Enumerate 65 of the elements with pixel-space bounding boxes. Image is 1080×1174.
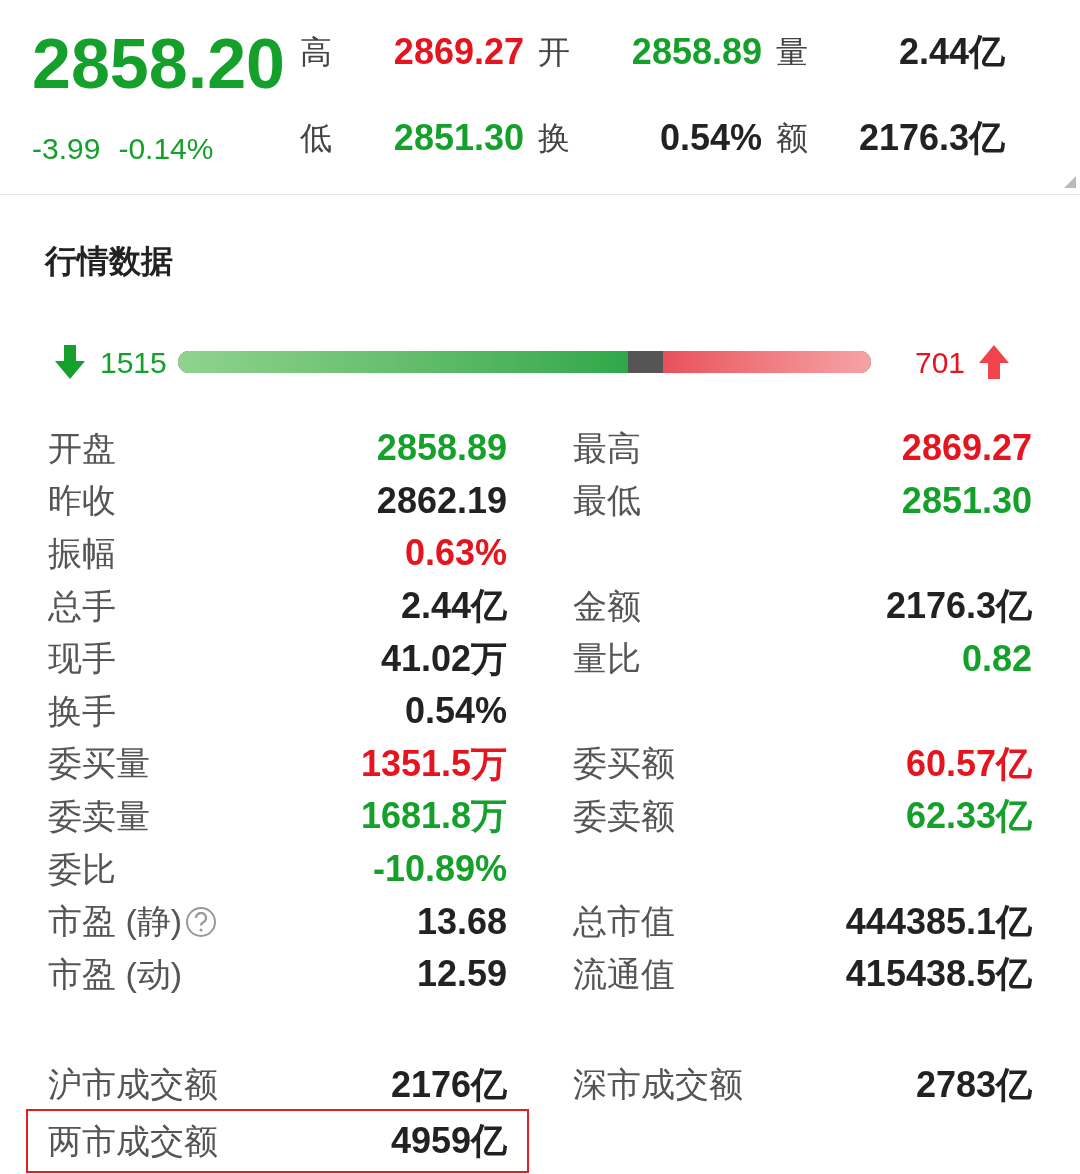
data-value: 2176亿 [390, 1062, 507, 1107]
data-label: 总市值 [573, 901, 675, 943]
data-label: 量比 [573, 638, 641, 680]
data-value: 2.44亿 [400, 584, 507, 629]
data-label: 委比 [48, 848, 116, 890]
advancers-count: 701 [915, 344, 966, 381]
stat-value: 2.44亿 [897, 30, 1005, 74]
stat-value: 0.54% [658, 116, 762, 160]
data-value: 2783亿 [915, 1062, 1032, 1107]
stat-label: 换 [537, 119, 571, 158]
stat-label: 高 [299, 33, 333, 72]
data-label: 沪市成交额 [48, 1064, 218, 1106]
stat-label: 量 [775, 33, 809, 72]
corner-icon [1064, 176, 1076, 188]
stat-value: 2858.89 [630, 30, 762, 74]
data-label: 深市成交额 [573, 1064, 743, 1106]
data-label: 现手 [48, 638, 116, 680]
data-value: 0.54% [404, 689, 507, 734]
data-value: 0.63% [404, 531, 507, 576]
data-value: 0.82 [961, 636, 1032, 681]
data-value: 1681.8万 [360, 794, 507, 839]
data-value: 2869.27 [901, 426, 1032, 471]
data-value: 2862.19 [376, 478, 507, 523]
data-value: 2851.30 [901, 478, 1032, 523]
data-label: 最低 [573, 480, 641, 522]
data-label: 委买量 [48, 743, 150, 785]
data-value: 2858.89 [376, 426, 507, 471]
data-label: 振幅 [48, 533, 116, 574]
data-value: 60.57亿 [905, 741, 1032, 786]
data-label: 昨收 [48, 480, 116, 522]
index-price: 2858.20 [32, 24, 287, 105]
stat-value: 2851.30 [392, 116, 524, 160]
up-arrow-icon [979, 345, 1010, 379]
data-value: 2176.3亿 [885, 584, 1032, 629]
data-label: 最高 [573, 427, 641, 469]
data-label: 市盈 (静) [48, 901, 183, 943]
stat-label: 低 [299, 119, 333, 158]
data-label: 流通值 [573, 953, 675, 995]
data-value: 12.59 [416, 952, 507, 997]
stat-value: 2869.27 [392, 30, 524, 74]
percent-change: -0.14% [118, 131, 214, 167]
data-value: 444385.1亿 [845, 899, 1032, 944]
down-arrow-icon [55, 345, 85, 379]
data-label: 市盈 (动) [48, 953, 183, 995]
data-label: 金额 [573, 585, 641, 627]
data-value: 41.02万 [380, 636, 507, 681]
decliners-count: 1515 [100, 344, 168, 381]
data-label: 两市成交额 [48, 1120, 218, 1162]
data-value: 13.68 [416, 899, 507, 944]
stat-label: 额 [775, 119, 809, 158]
data-label: 委买额 [573, 743, 675, 785]
data-label: 总手 [48, 585, 116, 627]
data-label: 换手 [48, 690, 116, 732]
stat-label: 开 [537, 33, 571, 72]
stat-value: 2176.3亿 [857, 116, 1005, 160]
data-value: 4959亿 [390, 1119, 507, 1164]
data-label: 开盘 [48, 427, 116, 469]
data-value: -10.89% [372, 847, 507, 892]
data-label: 委卖额 [573, 795, 675, 837]
data-value: 1351.5万 [360, 741, 507, 786]
data-value: 415438.5亿 [845, 952, 1032, 997]
price-change: -3.99 [32, 131, 101, 167]
data-value: 62.33亿 [905, 794, 1032, 839]
section-title: 行情数据 [43, 242, 174, 281]
data-label: 委卖量 [48, 795, 150, 837]
